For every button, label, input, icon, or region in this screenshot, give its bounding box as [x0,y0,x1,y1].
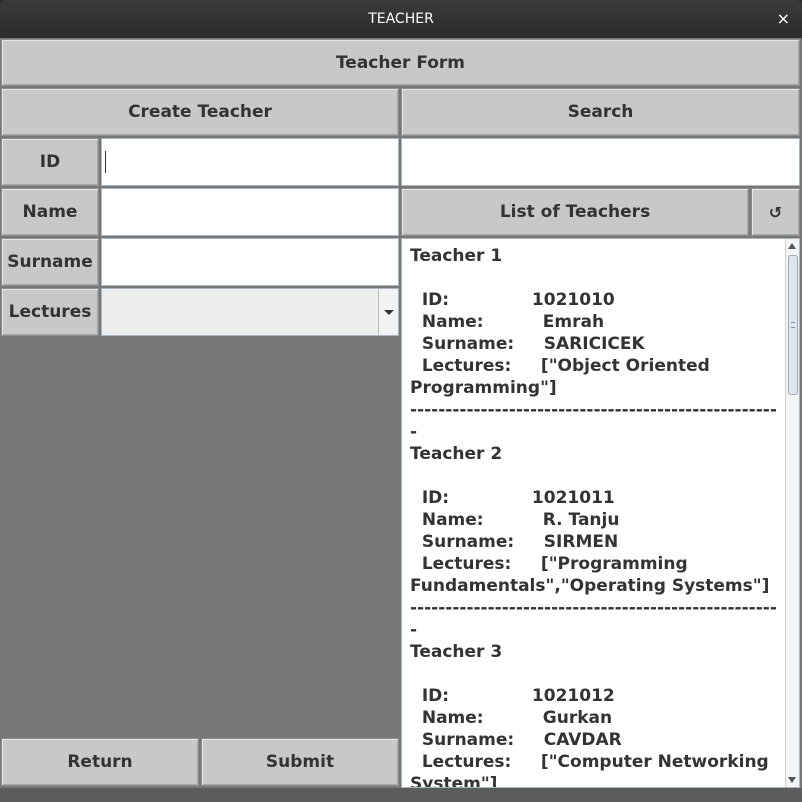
chevron-down-icon [383,309,394,315]
scroll-thumb[interactable] [788,255,798,395]
surname-label: Surname [1,238,99,286]
search-input[interactable] [402,139,799,185]
close-icon[interactable]: × [777,9,790,28]
surname-input[interactable] [102,239,398,285]
text-caret [105,151,106,173]
refresh-icon[interactable]: ↺ [751,188,800,236]
lectures-dropdown[interactable] [101,288,399,336]
teacher-window: Teacher Form Create Teacher Search ID Na… [0,38,802,802]
form-header: Teacher Form [1,39,800,86]
lectures-label: Lectures [1,288,99,336]
surname-field[interactable] [101,238,399,286]
search-button[interactable]: Search [401,88,800,136]
title-bar: TEACHER × [0,0,802,38]
window-title: TEACHER [368,11,434,27]
teachers-list-area[interactable]: Teacher 1 ID: 1021010 Name: Emrah Surnam… [401,238,800,788]
id-label: ID [1,138,99,186]
submit-button[interactable]: Submit [201,738,399,786]
list-of-teachers-button[interactable]: List of Teachers [401,188,749,236]
name-input[interactable] [102,189,398,235]
window-bottom-edge [0,788,802,802]
return-button[interactable]: Return [1,738,199,786]
name-field[interactable] [101,188,399,236]
id-input[interactable] [102,139,398,185]
scroll-up-icon[interactable] [788,243,796,249]
vertical-scrollbar[interactable] [785,239,799,787]
dropdown-arrow-button[interactable] [378,289,398,335]
grip-icon [791,322,795,328]
teachers-list-text: Teacher 1 ID: 1021010 Name: Emrah Surnam… [410,246,777,788]
name-label: Name [1,188,99,236]
create-teacher-button[interactable]: Create Teacher [1,88,399,136]
search-field[interactable] [401,138,800,186]
scroll-down-icon[interactable] [788,777,796,783]
id-field[interactable] [101,138,399,186]
